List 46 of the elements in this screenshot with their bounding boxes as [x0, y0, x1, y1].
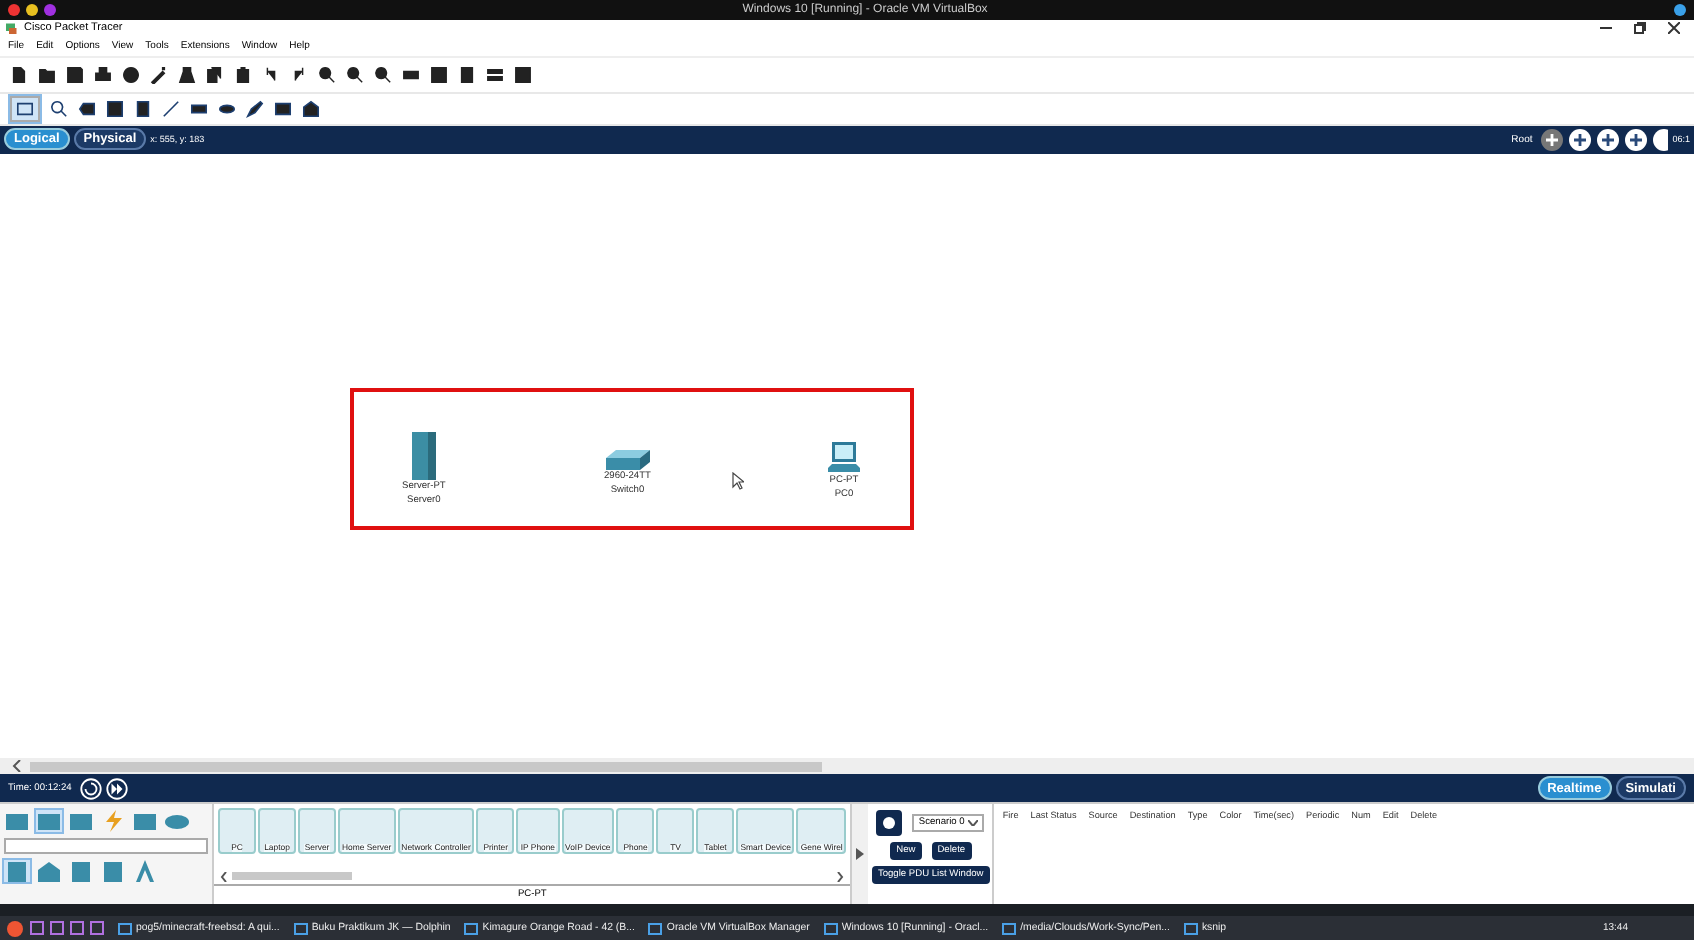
start-menu-icon[interactable]	[6, 919, 24, 938]
select-icon[interactable]	[10, 95, 40, 122]
save-icon[interactable]	[66, 65, 84, 84]
rectangle-icon[interactable]	[190, 99, 208, 118]
close-icon[interactable]	[1668, 22, 1680, 35]
tower-icon[interactable]	[132, 860, 158, 883]
fast-forward-icon[interactable]	[105, 777, 128, 800]
delete-icon[interactable]	[78, 99, 96, 118]
add-pdu-icon[interactable]	[876, 810, 903, 837]
printer-icon[interactable]	[94, 65, 112, 84]
computer-icon[interactable]	[828, 441, 860, 474]
document-icon[interactable]	[458, 65, 476, 84]
window-icon	[118, 921, 132, 936]
restore-icon[interactable]	[1634, 22, 1646, 35]
window-icon	[1002, 921, 1017, 936]
flask-icon[interactable]	[178, 65, 196, 84]
rectangle-icon[interactable]	[402, 65, 420, 84]
scroll-left-icon[interactable]	[220, 871, 228, 882]
caret-icon	[968, 820, 979, 827]
zoom-reset-icon[interactable]	[346, 65, 364, 84]
search-icon[interactable]	[50, 99, 68, 118]
mouse-pointer-icon	[732, 471, 744, 490]
zoom-out-icon[interactable]	[374, 65, 392, 84]
new-file-icon[interactable]	[10, 65, 28, 84]
wand-icon[interactable]	[150, 65, 168, 84]
note-icon[interactable]	[134, 99, 152, 118]
scrollbar-thumb[interactable]	[232, 872, 352, 881]
window-icon	[823, 921, 838, 936]
app-icon	[6, 22, 18, 35]
reset-icon[interactable]	[79, 777, 102, 800]
expand-arrow-icon[interactable]	[856, 848, 865, 861]
home-icon[interactable]	[36, 860, 62, 883]
server-icon[interactable]	[409, 431, 438, 480]
window-icon	[1183, 921, 1198, 936]
search-field[interactable]	[4, 838, 208, 855]
zoom-in-icon[interactable]	[318, 65, 336, 84]
window-icon	[293, 921, 308, 936]
minimize-icon[interactable]	[1600, 22, 1612, 35]
pencil-icon[interactable]	[246, 99, 264, 118]
window-icon	[464, 921, 479, 936]
scroll-right-icon[interactable]	[836, 871, 845, 882]
stack-icon[interactable]	[486, 65, 504, 84]
window-icon	[648, 921, 663, 936]
line-icon[interactable]	[162, 99, 180, 118]
scrollbar-thumb[interactable]	[30, 761, 822, 772]
scroll-left-icon[interactable]	[12, 760, 22, 773]
